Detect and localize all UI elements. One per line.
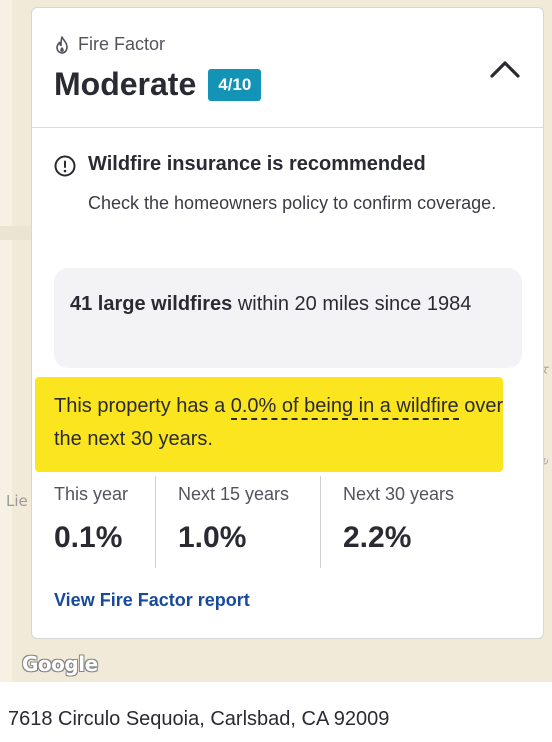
flame-icon	[56, 35, 68, 54]
insurance-title: Wildfire insurance is recommended	[88, 153, 426, 175]
period-value: 1.0%	[178, 521, 247, 554]
card-header[interactable]: Fire Factor Moderate 4/10	[32, 8, 543, 128]
score-badge: 4/10	[208, 68, 262, 101]
collapse-button[interactable]	[488, 52, 522, 86]
risk-level: Moderate	[54, 66, 197, 102]
period-label: This year	[54, 484, 129, 504]
fire-factor-card: Fire Factor Moderate 4/10 Wildfire insur…	[31, 7, 544, 639]
alert-circle-icon	[54, 155, 76, 177]
wildfire-history-text: within 20 miles since 1984	[232, 293, 472, 315]
period-label: Next 30 years	[343, 484, 455, 504]
period-value: 2.2%	[343, 521, 412, 554]
factor-name: Fire Factor	[78, 34, 166, 54]
probability-term[interactable]: 0.0% of being in a wildfire	[230, 395, 459, 420]
factor-title-row: Fire Factor	[54, 34, 165, 55]
period-next-30-years: Next 30 years 2.2%	[321, 476, 501, 568]
map-street-label: Lie	[6, 492, 28, 510]
probability-periods: This year 0.1% Next 15 years 1.0% Next 3…	[54, 476, 522, 568]
period-next-15-years: Next 15 years 1.0%	[156, 476, 321, 568]
period-label: Next 15 years	[178, 484, 290, 504]
period-this-year: This year 0.1%	[54, 476, 156, 568]
wildfire-count: 41 large wildfires	[70, 293, 233, 315]
wildfire-history-box: 41 large wildfires within 20 miles since…	[54, 268, 522, 368]
map-road	[0, 226, 32, 240]
period-value: 0.1%	[54, 521, 123, 554]
insurance-description: Check the homeowners policy to confirm c…	[88, 193, 497, 213]
risk-row: Moderate 4/10	[54, 66, 262, 103]
probability-prefix: This property has a	[54, 395, 231, 417]
wildfire-probability-text: This property has a 0.0% of being in a w…	[54, 390, 522, 456]
view-report-link[interactable]: View Fire Factor report	[54, 590, 250, 611]
map-road	[0, 0, 12, 682]
property-address: 7618 Circulo Sequoia, Carlsbad, CA 92009	[8, 708, 390, 730]
chevron-up-icon	[490, 61, 520, 78]
google-logo[interactable]: Google	[22, 652, 98, 676]
